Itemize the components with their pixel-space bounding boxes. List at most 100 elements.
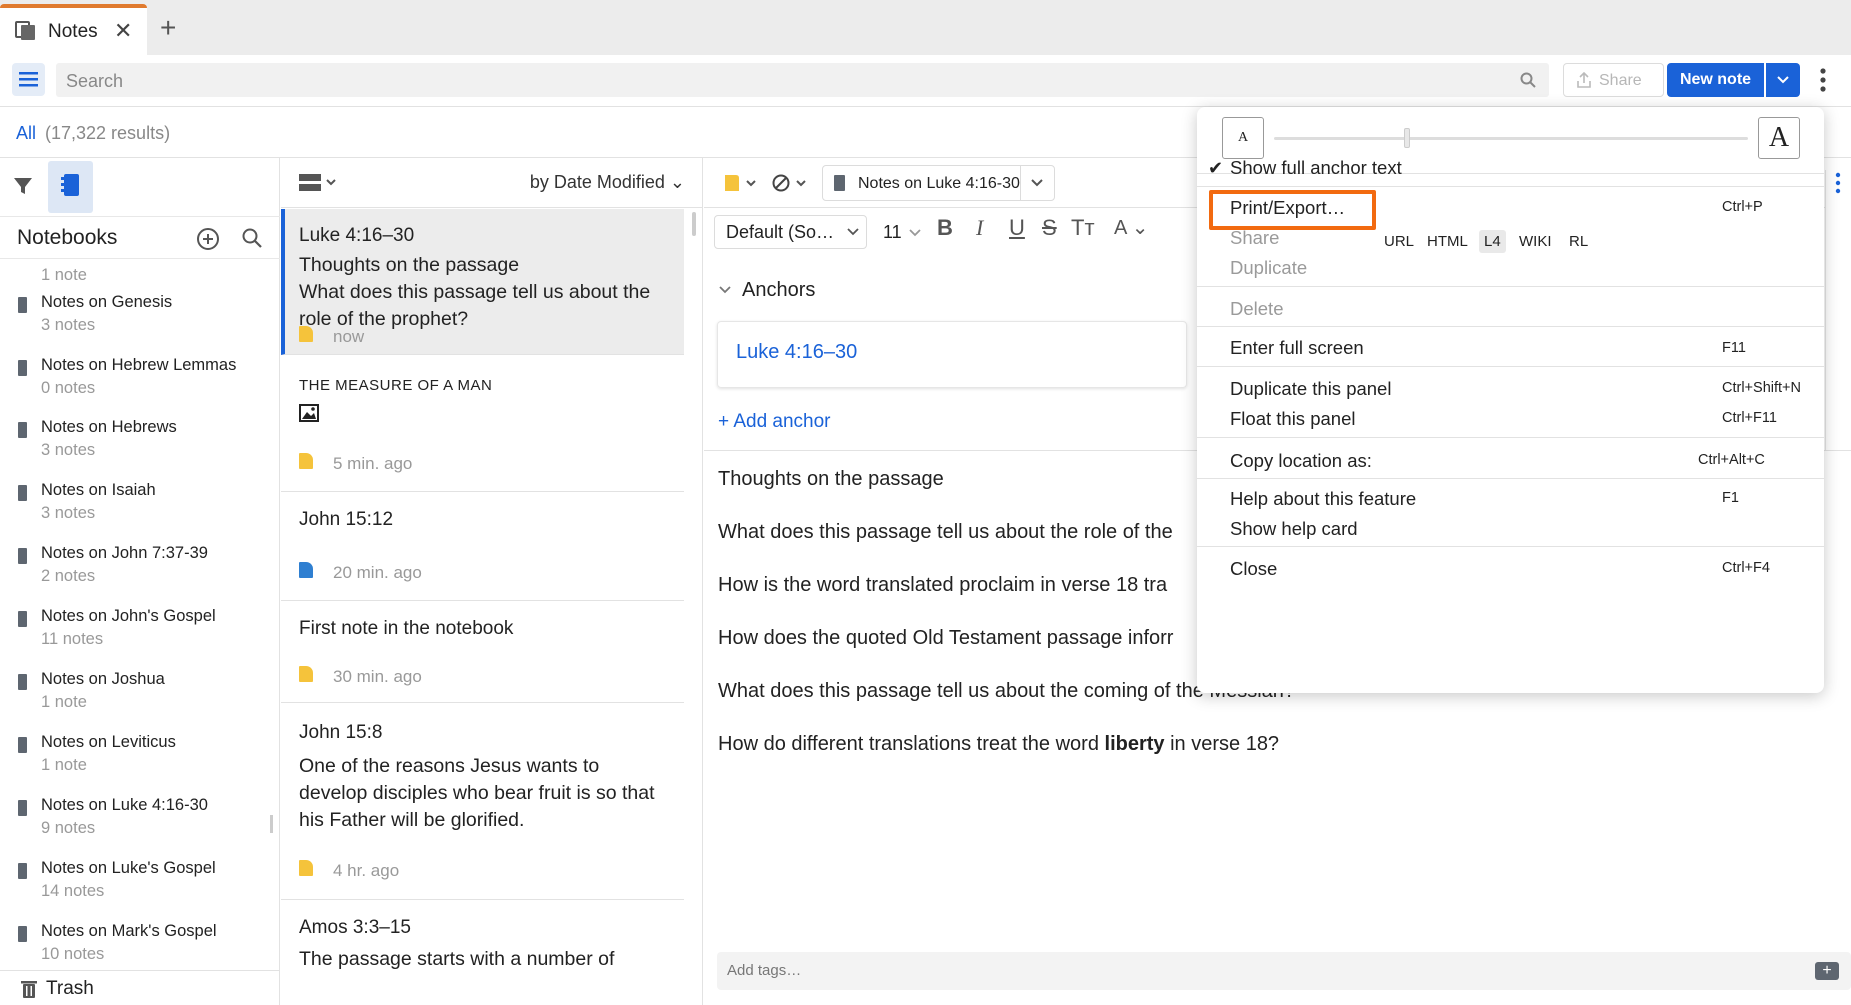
divider — [1197, 326, 1824, 327]
notebook-item[interactable]: Notes on John's Gospel 11 notes — [0, 601, 270, 663]
note-item[interactable]: John 15:8 One of the reasons Jesus wants… — [281, 703, 684, 900]
search-input[interactable]: Search — [66, 71, 123, 92]
more-options-icon[interactable] — [1819, 67, 1827, 93]
filter-icon[interactable] — [12, 175, 34, 197]
copy-format-wiki[interactable]: WIKI — [1514, 230, 1557, 253]
hamburger-menu-button[interactable] — [12, 63, 45, 96]
notebook-item[interactable]: Notes on Luke's Gospel 14 notes — [0, 853, 270, 915]
font-size-select[interactable]: 11 — [875, 215, 927, 249]
menu-item-close[interactable]: Close — [1230, 558, 1277, 580]
copy-format-rl[interactable]: RL — [1564, 230, 1593, 253]
menu-item-delete[interactable]: Delete — [1230, 298, 1283, 320]
tags-bar[interactable]: Add tags… + — [717, 952, 1851, 990]
search-notebooks-icon[interactable] — [241, 227, 263, 249]
underline-icon[interactable]: U — [1009, 215, 1025, 241]
add-notebook-icon[interactable] — [196, 227, 220, 251]
notebook-item[interactable]: Notes on Leviticus 1 note — [0, 727, 270, 789]
add-tag-icon[interactable]: + — [1815, 962, 1839, 980]
notebook-name: Notes on John 7:37-39 — [41, 544, 208, 562]
notebook-count: 9 notes — [41, 819, 96, 837]
note-color-picker[interactable] — [724, 172, 760, 194]
font-larger-button[interactable]: A — [1758, 117, 1800, 159]
notebook-item[interactable]: Notes on John 7:37-39 2 notes — [0, 538, 270, 600]
menu-item-share[interactable]: Share — [1230, 227, 1279, 249]
panel-resize-handle[interactable] — [270, 815, 273, 833]
slider-thumb[interactable] — [1404, 128, 1410, 148]
note-item[interactable]: Amos 3:3–15 The passage starts with a nu… — [281, 900, 684, 1005]
notebook-item[interactable]: Notes on Joshua 1 note — [0, 664, 270, 726]
close-tab-icon[interactable]: ✕ — [114, 20, 132, 42]
notebook-item[interactable]: Notes on Hebrew Lemmas 0 notes — [0, 350, 270, 412]
image-icon — [299, 404, 319, 422]
panel-menu: A A ✔ Show full anchor text Print/Export… — [1197, 107, 1824, 693]
shortcut-print: Ctrl+P — [1722, 199, 1763, 215]
font-smaller-button[interactable]: A — [1222, 117, 1264, 159]
search-icon[interactable] — [1519, 71, 1537, 89]
notebook-item[interactable]: Notes on Hebrews 3 notes — [0, 412, 270, 474]
note-paragraph[interactable]: Thoughts on the passage — [718, 468, 944, 491]
search-bar[interactable]: Search — [56, 63, 1549, 97]
note-paragraph[interactable]: What does this passage tell us about the… — [718, 521, 1173, 544]
bold-icon[interactable]: B — [937, 215, 953, 241]
notebook-selector[interactable]: Notes on Luke 4:16-30 — [822, 165, 1055, 201]
menu-item-print-export[interactable]: Print/Export… — [1230, 197, 1345, 219]
note-time: 4 hr. ago — [333, 861, 400, 880]
tags-input[interactable]: Add tags… — [727, 962, 801, 979]
menu-item-full-screen[interactable]: Enter full screen — [1230, 337, 1364, 359]
note-item[interactable]: First note in the notebook 30 min. ago — [281, 601, 684, 703]
chevron-down-icon — [847, 227, 859, 237]
new-note-dropdown-button[interactable] — [1766, 63, 1800, 97]
notebook-item[interactable]: Notes on Luke 4:16-30 9 notes — [0, 790, 270, 852]
tab-notes[interactable]: Notes ✕ — [0, 4, 147, 55]
shortcut-copy-location: Ctrl+Alt+C — [1698, 452, 1765, 468]
notebook-count: 1 note — [41, 756, 87, 774]
menu-item-help-card[interactable]: Show help card — [1230, 518, 1358, 540]
new-note-button[interactable]: New note — [1667, 63, 1764, 97]
add-tab-icon[interactable]: + — [160, 14, 176, 42]
more-options-icon[interactable] — [1835, 172, 1841, 194]
view-mode-icon[interactable] — [299, 172, 339, 194]
note-paragraph[interactable]: How do different translations treat the … — [718, 733, 1279, 756]
sort-dropdown[interactable]: by Date Modified ⌄ — [530, 172, 685, 193]
menu-item-show-full-anchor[interactable]: Show full anchor text — [1230, 157, 1402, 179]
anchors-heading[interactable]: Anchors — [742, 279, 815, 302]
trash-item[interactable]: Trash — [0, 970, 280, 1005]
notebook-item[interactable]: Notes on Isaiah 3 notes — [0, 475, 270, 537]
add-anchor-link[interactable]: + Add anchor — [718, 411, 831, 433]
note-item-selected[interactable]: Luke 4:16–30 Thoughts on the passage Wha… — [281, 209, 684, 355]
italic-icon[interactable]: I — [976, 215, 983, 241]
paragraph-text: How do different translations treat the … — [718, 733, 1105, 755]
notebook-item[interactable]: Notes on Mark's Gospel 10 notes — [0, 916, 270, 971]
note-paragraph[interactable]: How does the quoted Old Testament passag… — [718, 627, 1173, 650]
note-list-scrollbar[interactable] — [692, 212, 696, 236]
menu-item-duplicate-panel[interactable]: Duplicate this panel — [1230, 378, 1391, 400]
note-paragraph[interactable]: How is the word translated proclaim in v… — [718, 574, 1167, 597]
copy-format-l4[interactable]: L4 — [1479, 230, 1506, 253]
notebook-count: 0 notes — [41, 379, 96, 397]
no-style-icon[interactable] — [772, 172, 812, 194]
font-family-select[interactable]: Default (So… — [714, 215, 867, 249]
text-color-icon[interactable]: A ⌄ — [1114, 215, 1149, 240]
copy-format-url[interactable]: URL — [1379, 230, 1419, 253]
share-button[interactable]: Share — [1563, 63, 1664, 97]
copy-format-html[interactable]: HTML — [1422, 230, 1473, 253]
font-family-value: Default (So… — [726, 222, 835, 242]
slider-track[interactable] — [1274, 137, 1748, 140]
note-item[interactable]: THE MEASURE OF A MAN 5 min. ago — [281, 355, 684, 492]
chevron-down-icon[interactable] — [1030, 177, 1044, 189]
notebook-item[interactable]: Notes on Genesis 3 notes — [0, 287, 270, 349]
menu-item-duplicate[interactable]: Duplicate — [1230, 257, 1307, 279]
notebooks-view-button[interactable] — [48, 161, 93, 213]
note-list-toolbar: by Date Modified ⌄ — [281, 158, 702, 208]
anchor-reference-link[interactable]: Luke 4:16–30 — [736, 341, 857, 364]
note-item[interactable]: John 15:12 20 min. ago — [281, 492, 684, 601]
menu-item-float-panel[interactable]: Float this panel — [1230, 408, 1355, 430]
anchor-card[interactable]: Luke 4:16–30 — [717, 321, 1187, 388]
notebook-name: Notes on Genesis — [41, 293, 173, 311]
tab-bar: Notes ✕ + — [0, 0, 1851, 55]
text-size-icon[interactable]: Tт — [1071, 215, 1095, 241]
strikethrough-icon[interactable]: S — [1042, 215, 1057, 241]
chevron-down-icon[interactable] — [718, 284, 732, 296]
scope-all-link[interactable]: All — [16, 123, 36, 144]
menu-item-help[interactable]: Help about this feature — [1230, 488, 1416, 510]
